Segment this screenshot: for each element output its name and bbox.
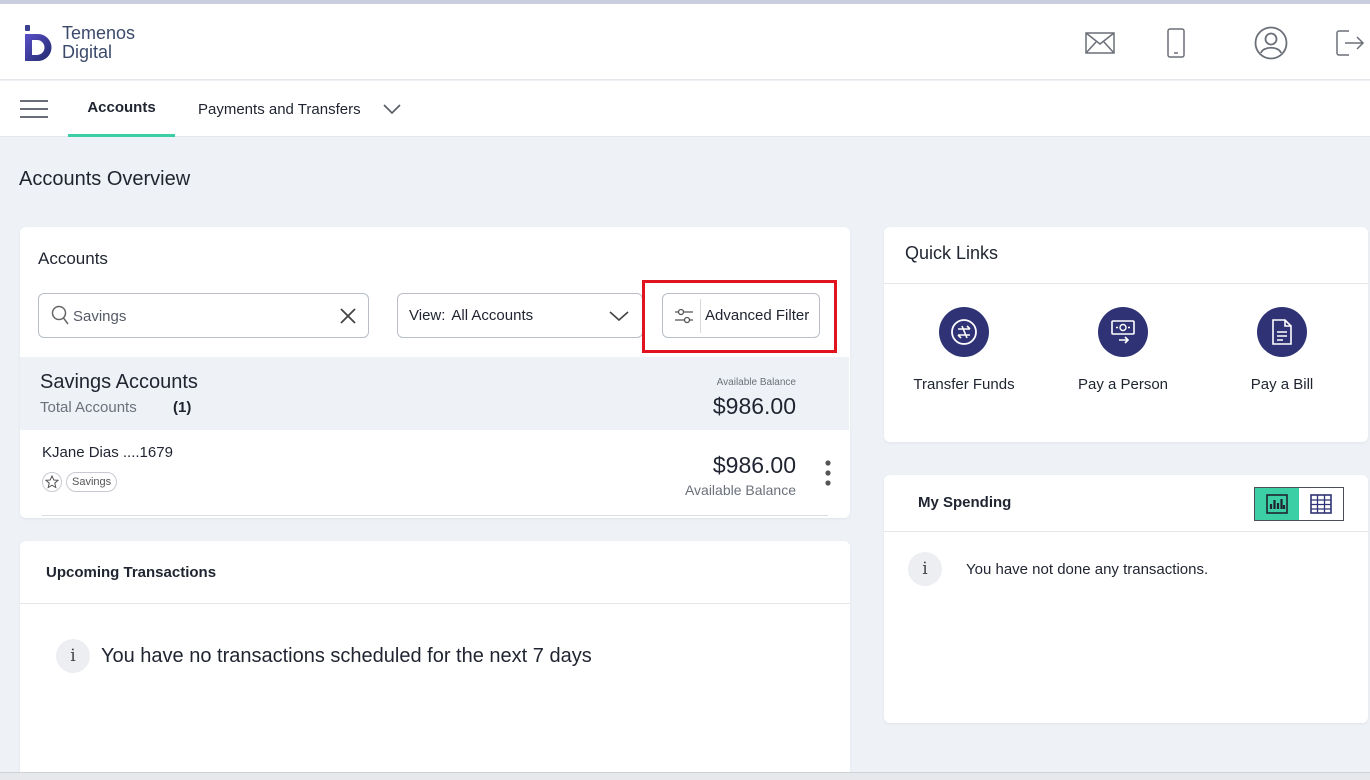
account-balance: $986.00 [712,452,796,478]
spending-divider [884,531,1368,532]
chevron-down-icon[interactable] [383,103,401,115]
clear-search-icon[interactable] [339,307,357,330]
group-balance-caption: Available Balance [716,377,796,388]
favorite-star-icon[interactable] [42,472,62,492]
chevron-down-icon [609,309,629,326]
view-accounts-select[interactable]: View: All Accounts [397,293,643,338]
quick-link-label: Pay a Person [1077,376,1169,393]
logo-mark-icon [25,25,52,61]
total-accounts-label: Total Accounts [40,399,137,416]
hamburger-icon[interactable] [20,99,48,119]
quick-links-divider [884,283,1368,284]
more-options-icon[interactable] [824,460,832,491]
accounts-card-title: Accounts [38,249,108,268]
tab-payments-label: Payments and Transfers [198,100,361,118]
quick-links-title: Quick Links [905,243,999,263]
tab-payments-and-transfers[interactable]: Payments and Transfers [198,81,401,137]
quick-link-pay-a-bill[interactable]: Pay a Bill [1207,307,1357,393]
filter-sliders-icon [667,298,701,333]
upcoming-divider [20,603,850,604]
quick-link-pay-a-person[interactable]: Pay a Person [1048,307,1198,393]
logo-text-line2: Digital [62,42,113,62]
account-balance-label: Available Balance [684,482,796,498]
view-select-value: All Accounts [451,307,534,324]
bill-icon [1257,307,1307,357]
upcoming-message: You have no transactions scheduled for t… [101,645,592,667]
brand-logo[interactable]: Temenos Digital [24,24,135,62]
advanced-filter-button[interactable]: Advanced Filter [662,293,820,338]
spending-view-toggle [1254,487,1344,521]
account-type-badge: Savings [66,472,118,492]
chart-view-icon[interactable] [1255,488,1299,520]
spending-message: You have not done any transactions. [966,561,1209,578]
account-search [38,293,369,338]
transfer-icon [939,307,989,357]
account-name[interactable]: KJane Dias ....1679 [42,444,173,461]
view-select-label: View: [409,307,446,324]
bottom-scroll-bar [0,772,1370,780]
account-row[interactable]: KJane Dias ....1679 Savings $986.00 Avai… [20,430,849,516]
group-balance: $986.00 [712,393,796,419]
page-title: Accounts Overview [19,168,191,190]
main-nav: Accounts Payments and Transfers [0,81,1370,137]
quick-link-label: Pay a Bill [1250,376,1314,393]
advanced-filter-label: Advanced Filter [705,307,810,324]
logo-text-line1: Temenos [62,23,136,43]
row-divider [42,515,828,516]
app-header: Temenos Digital [0,4,1370,80]
group-name: Savings Accounts [40,371,198,393]
my-spending-title: My Spending [918,494,1012,511]
quick-link-transfer-funds[interactable]: Transfer Funds [889,307,1039,393]
search-icon [51,305,69,330]
savings-group-header[interactable]: Savings Accounts Total Accounts (1) Avai… [20,357,849,430]
table-view-icon[interactable] [1299,488,1343,520]
quick-link-label: Transfer Funds [913,376,1015,393]
mobile-icon[interactable] [1158,26,1194,60]
logout-icon[interactable] [1332,26,1368,60]
search-input[interactable] [73,304,333,328]
info-icon: i [56,639,90,673]
total-accounts-count: (1) [173,399,192,416]
info-icon: i [908,552,942,586]
pay-person-icon [1098,307,1148,357]
upcoming-title: Upcoming Transactions [46,564,217,581]
tab-accounts[interactable]: Accounts [68,81,175,137]
user-profile-icon[interactable] [1253,26,1289,60]
mail-icon[interactable] [1082,26,1118,60]
